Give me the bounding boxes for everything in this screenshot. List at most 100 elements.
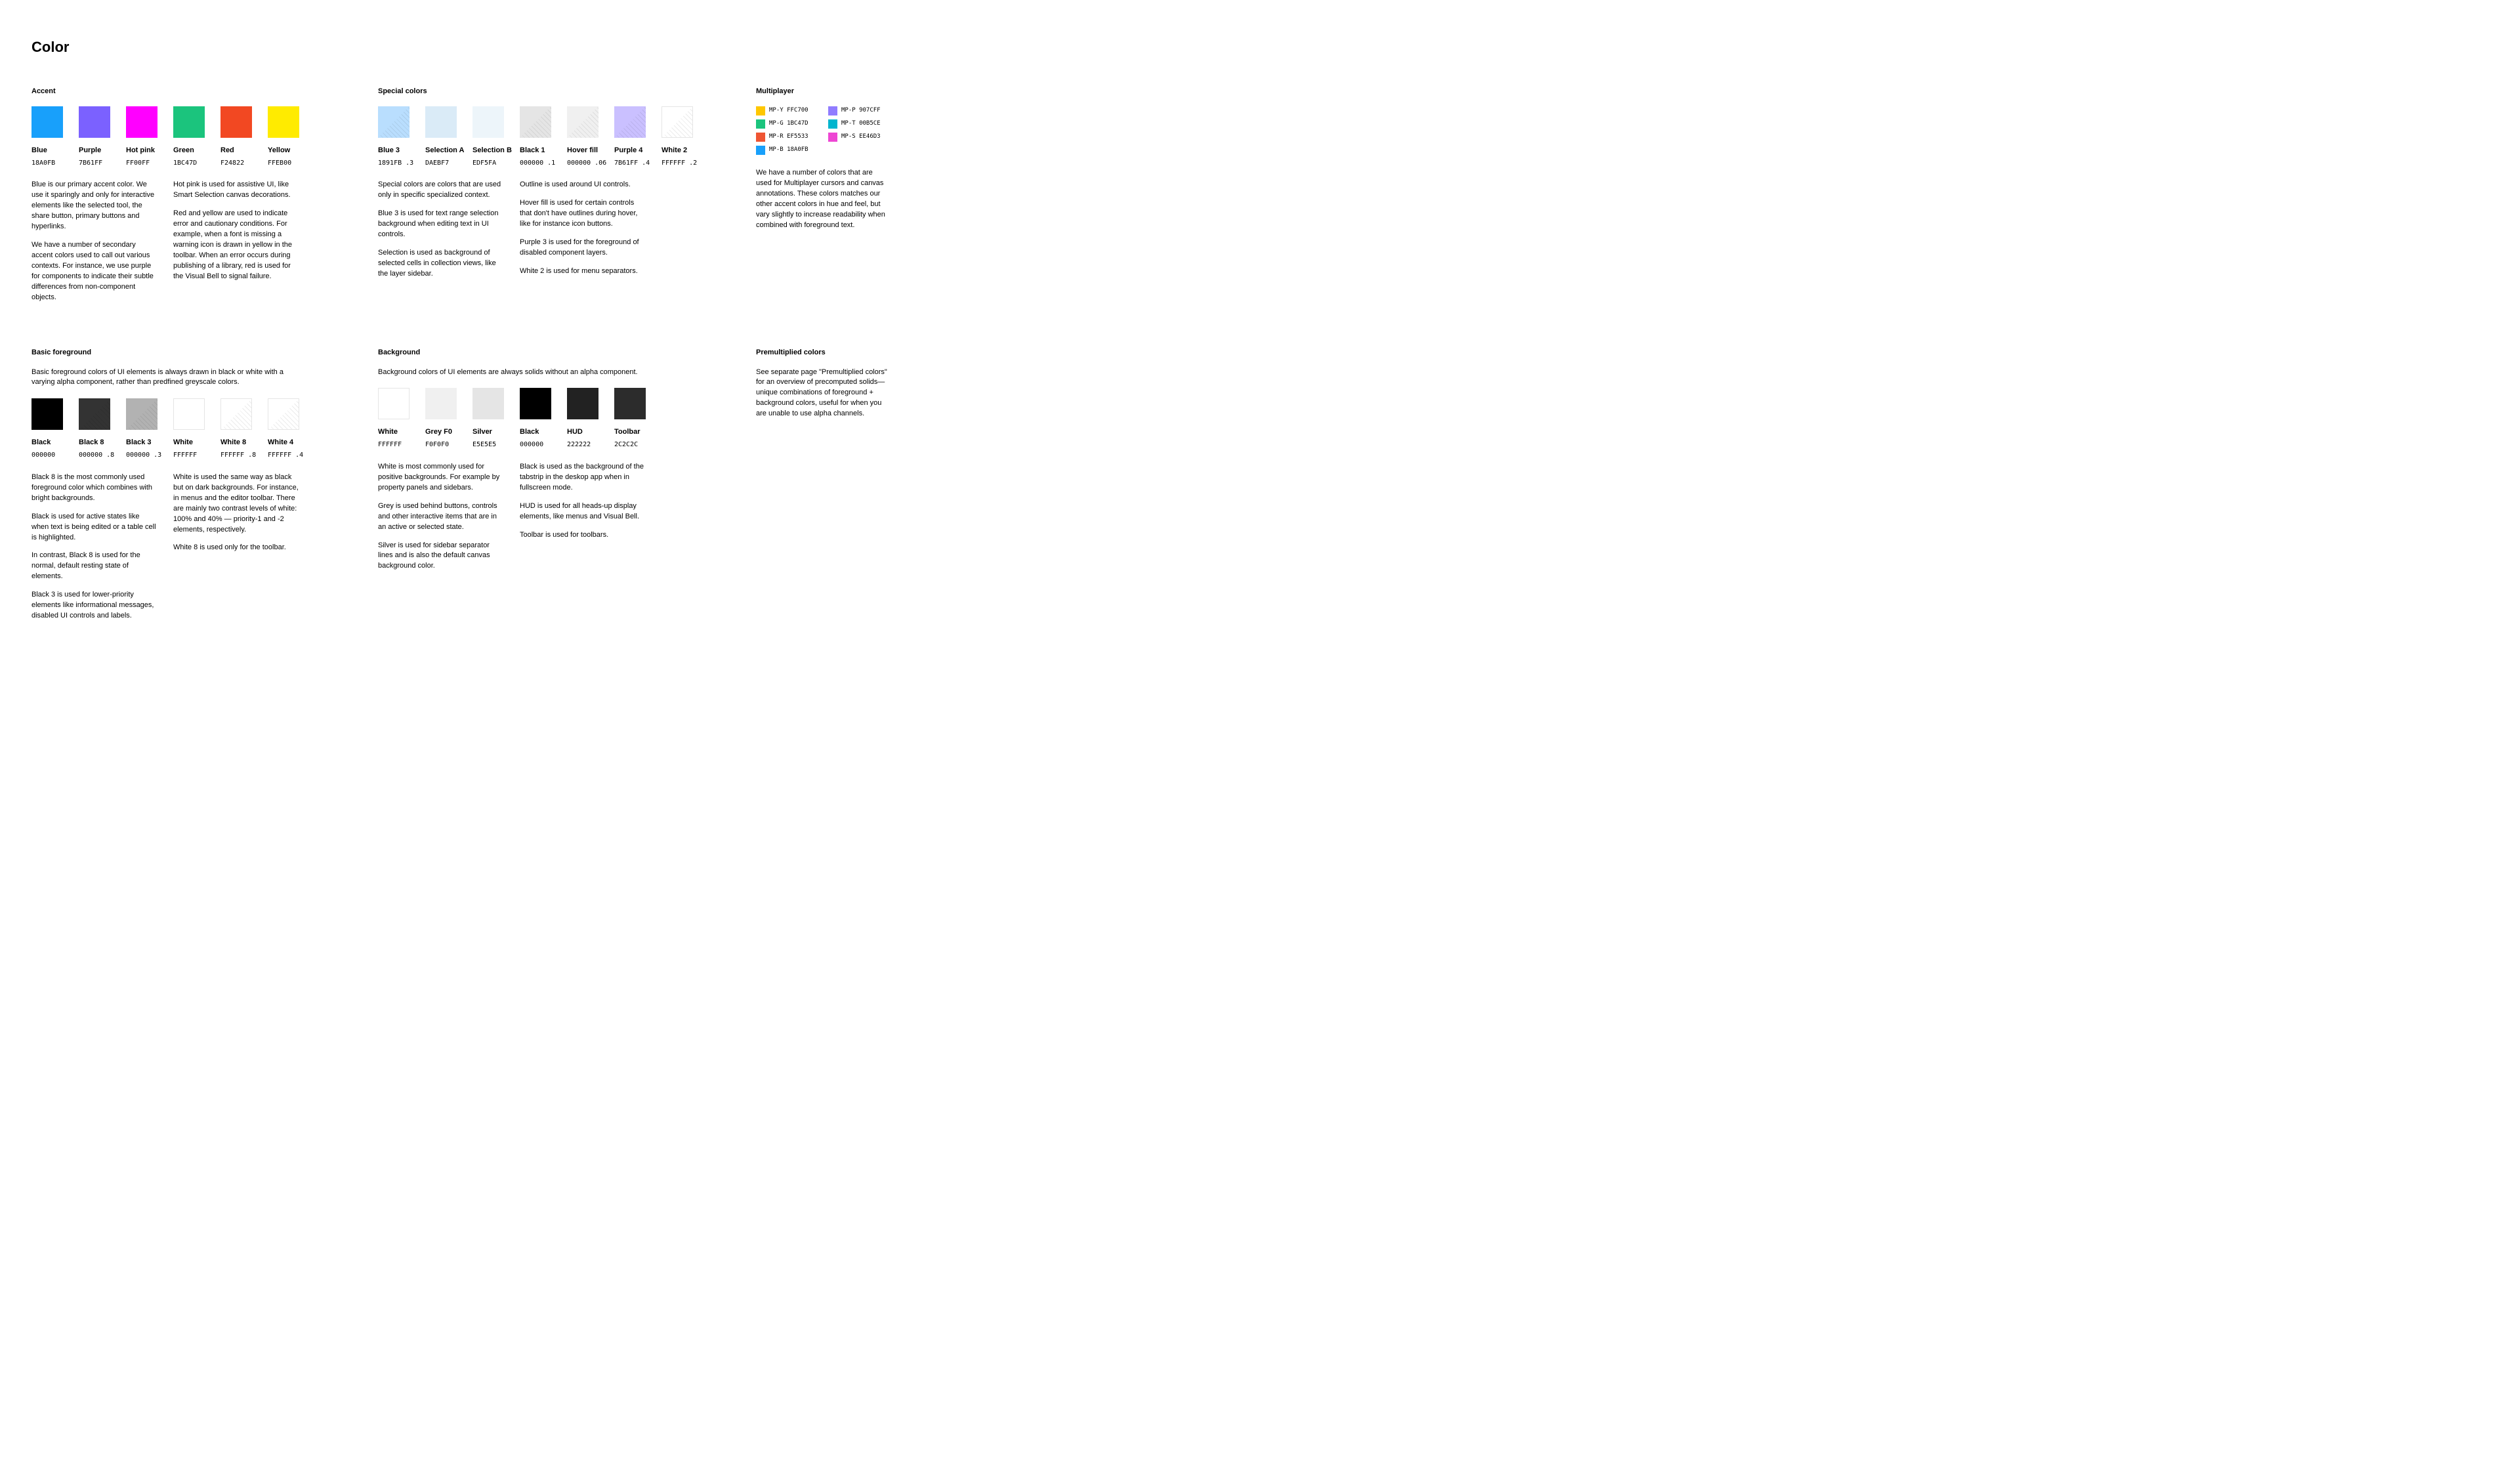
swatch-chip [425, 388, 457, 419]
color-swatch: Purple7B61FF [79, 106, 110, 168]
swatch-chip [79, 398, 110, 430]
swatch-chip [173, 398, 205, 430]
section-title: Premultiplied colors [756, 348, 914, 358]
swatch-code: FFFFFF .8 [220, 451, 252, 461]
paragraph: We have a number of secondary accent col… [32, 240, 158, 303]
swatch-chip [173, 106, 205, 138]
paragraph: See separate page "Premultiplied colors"… [756, 368, 887, 420]
swatch-name: Black 3 [126, 438, 158, 448]
swatch-code: EDF5FA [472, 159, 504, 169]
swatch-name: Purple [79, 146, 110, 156]
swatch-code: F24822 [220, 159, 252, 169]
paragraph: Hover fill is used for certain controls … [520, 198, 646, 230]
swatch-name: Hover fill [567, 146, 598, 156]
page-title: Color [32, 37, 2488, 58]
swatch-code: FFFFFF [173, 451, 205, 461]
swatch-name: Blue 3 [378, 146, 410, 156]
swatch-chip [220, 398, 252, 430]
color-swatch: Black 000000 [520, 388, 551, 450]
swatch-code: 18A0FB [32, 159, 63, 169]
swatch-code: FF00FF [126, 159, 158, 169]
color-swatch: Black 1000000 .1 [520, 106, 551, 168]
paragraph: Purple 3 is used for the foreground of d… [520, 238, 646, 259]
swatch-code: 2C2C2C [614, 440, 646, 450]
chip-label: MP-T 00B5CE [841, 119, 881, 128]
swatch-name: White 2 [662, 146, 693, 156]
swatch-chip [614, 388, 646, 419]
swatch-name: White [173, 438, 205, 448]
color-swatch: Selection B EDF5FA [472, 106, 504, 168]
swatch-chip [828, 133, 837, 142]
color-swatch: HUD222222 [567, 388, 598, 450]
paragraph: White 2 is used for menu separators. [520, 266, 646, 277]
paragraph: Black 3 is used for lower-priority eleme… [32, 590, 158, 621]
intro-text: Background colors of UI elements are alw… [378, 368, 640, 378]
row-top: Accent Blue18A0FBPurple7B61FFHot pinkFF0… [32, 87, 2488, 311]
swatch-chip [32, 106, 63, 138]
swatch-chip [472, 106, 504, 138]
chip-label: MP-Y FFC700 [769, 106, 808, 115]
paragraph: Blue 3 is used for text range selection … [378, 209, 504, 240]
swatch-chip [520, 388, 551, 419]
section-multiplayer: Multiplayer MP-Y FFC700MP-P 907CFFMP-G 1… [756, 87, 914, 311]
chip-label: MP-B 18A0FB [769, 146, 808, 154]
swatch-name: Black [520, 427, 551, 438]
swatch-chip [79, 106, 110, 138]
swatch-code: FFFFFF [378, 440, 410, 450]
color-swatch: Hover fill000000 .06 [567, 106, 598, 168]
swatch-chip [756, 146, 765, 155]
swatch-chip [662, 106, 693, 138]
swatch-code: FFEB00 [268, 159, 299, 169]
paragraph: Black is used as the background of the t… [520, 462, 646, 494]
color-swatch: SilverE5E5E5 [472, 388, 504, 450]
section-special: Special colors Blue 31891FB .3Selection … [378, 87, 756, 311]
swatch-chip [756, 106, 765, 116]
paragraph: Blue is our primary accent color. We use… [32, 180, 158, 232]
paragraph: In contrast, Black 8 is used for the nor… [32, 551, 158, 582]
multiplayer-chip: MP-Y FFC700 [756, 106, 819, 116]
chip-label: MP-G 1BC47D [769, 119, 808, 128]
swatch-code: 000000 .1 [520, 159, 551, 169]
swatch-chip [220, 106, 252, 138]
swatch-chip [567, 388, 598, 419]
swatch-chip [126, 106, 158, 138]
swatch-name: Yellow [268, 146, 299, 156]
paragraph: Outline is used around UI controls. [520, 180, 646, 190]
color-swatch: Hot pink FF00FF [126, 106, 158, 168]
section-title: Background [378, 348, 756, 358]
swatch-name: Red [220, 146, 252, 156]
swatch-name: Green [173, 146, 205, 156]
swatch-chip [828, 119, 837, 129]
swatch-chip [567, 106, 598, 138]
multiplayer-chip: MP-S EE46D3 [828, 133, 891, 142]
section-title: Accent [32, 87, 378, 97]
swatch-code: 7B61FF .4 [614, 159, 646, 169]
swatch-code: E5E5E5 [472, 440, 504, 450]
paragraph: Grey is used behind buttons, controls an… [378, 501, 504, 533]
color-swatch: Black 8000000 .8 [79, 398, 110, 460]
paragraph: Red and yellow are used to indicate erro… [173, 209, 299, 282]
swatch-name: Hot pink [126, 146, 158, 156]
chip-label: MP-P 907CFF [841, 106, 881, 115]
swatch-code: 222222 [567, 440, 598, 450]
section-accent: Accent Blue18A0FBPurple7B61FFHot pinkFF0… [32, 87, 378, 311]
swatch-name: Selection B [472, 146, 504, 156]
swatch-chip [828, 106, 837, 116]
multiplayer-chip: MP-R EF5533 [756, 133, 819, 142]
swatch-chip [268, 106, 299, 138]
color-swatch: Purple 47B61FF .4 [614, 106, 646, 168]
swatch-chip [472, 388, 504, 419]
swatch-code: 000000 [520, 440, 551, 450]
paragraph: HUD is used for all heads-up display ele… [520, 501, 646, 522]
chip-label: MP-R EF5533 [769, 133, 808, 141]
multiplayer-chip: MP-B 18A0FB [756, 146, 819, 155]
swatch-chip [756, 133, 765, 142]
swatch-code: 000000 [32, 451, 63, 461]
color-swatch: Grey F0F0F0F0 [425, 388, 457, 450]
color-swatch: Black000000 [32, 398, 63, 460]
color-swatch: Green 1BC47D [173, 106, 205, 168]
swatch-code: 1BC47D [173, 159, 205, 169]
color-swatch: White 2FFFFFF .2 [662, 106, 693, 168]
color-swatch: Blue 31891FB .3 [378, 106, 410, 168]
paragraph: White is most commonly used for positive… [378, 462, 504, 494]
